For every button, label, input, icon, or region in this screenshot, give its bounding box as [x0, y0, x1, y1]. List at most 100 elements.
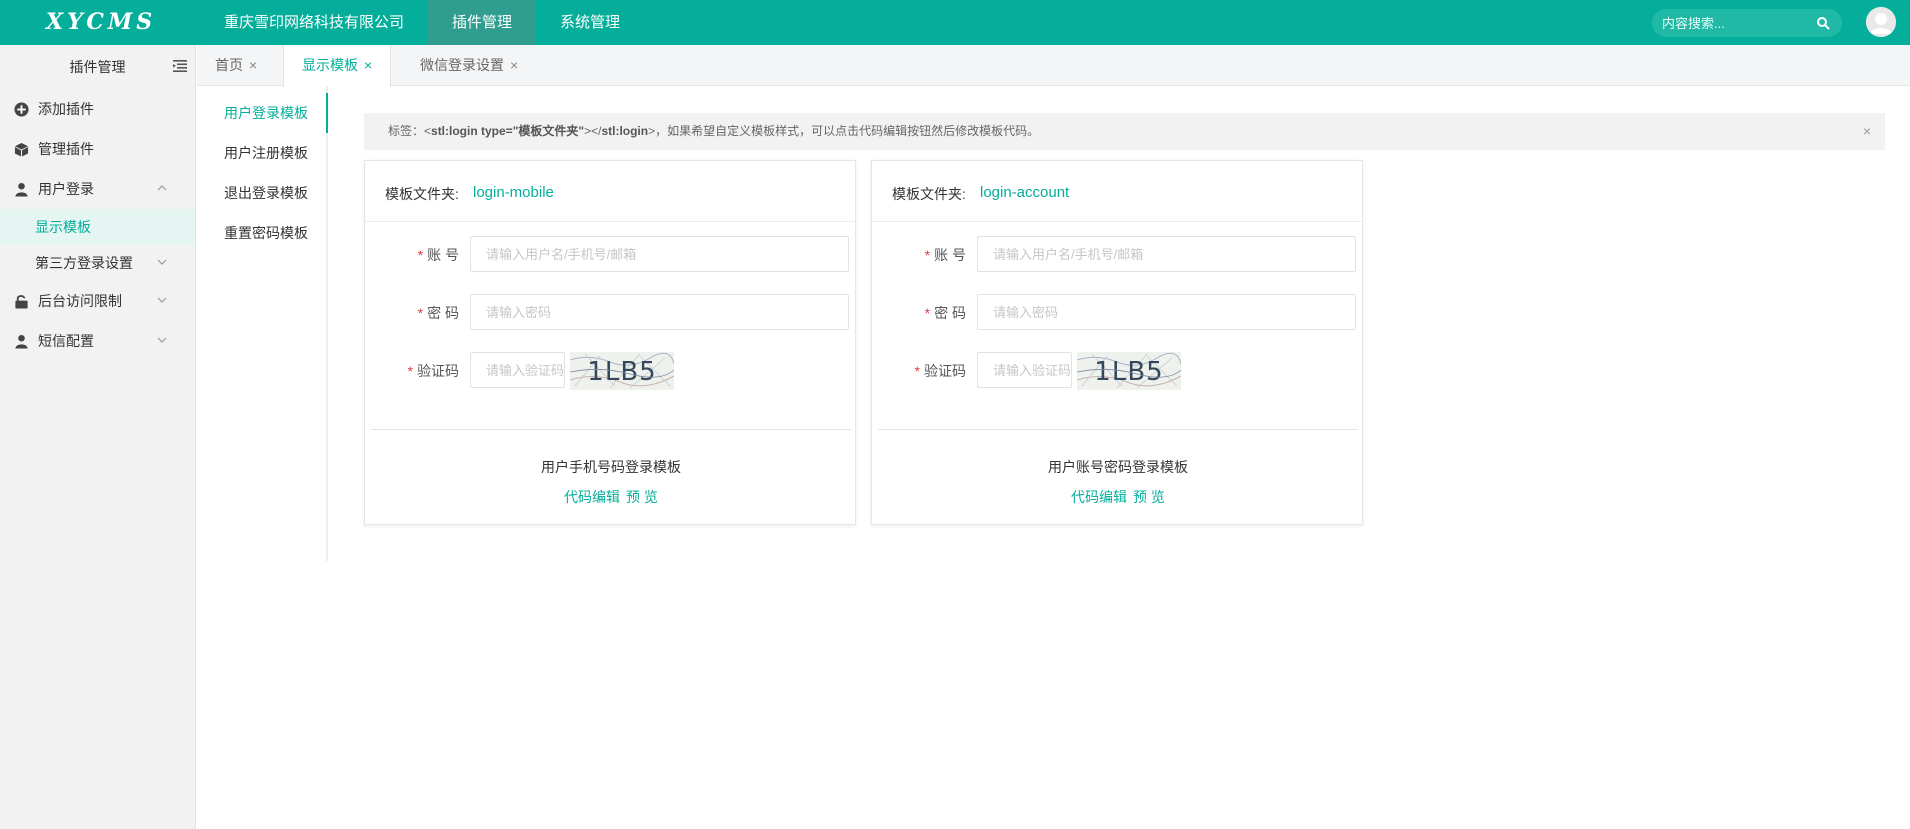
password-label-text: 密 码 [427, 305, 459, 321]
password-label-text: 密 码 [934, 305, 966, 321]
avatar[interactable] [1866, 7, 1896, 37]
sidebar-subitem-display-template[interactable]: 显示模板 [0, 209, 195, 245]
captcha-image[interactable]: 1LB5 [570, 352, 674, 390]
sidebar-item-backend-access[interactable]: 后台访问限制 [0, 281, 195, 321]
search-input[interactable] [1662, 9, 1812, 37]
account-row: * 账 号 [365, 236, 857, 272]
captcha-label: * 验证码 [915, 361, 966, 381]
account-label-text: 账 号 [934, 247, 966, 263]
chevron-up-icon [157, 185, 167, 191]
sidebar-item-add-plugin[interactable]: 添加插件 [0, 89, 195, 129]
alert-text-suffix: >，如果希望自定义模板样式，可以点击代码编辑按钮然后修改模板代码。 [648, 124, 1040, 138]
tab-home[interactable]: 首页 × [197, 45, 275, 86]
card-divider [371, 429, 851, 430]
tab-label: 首页 [215, 57, 243, 73]
captcha-image[interactable]: 1LB5 [1077, 352, 1181, 390]
tab-display-template[interactable]: 显示模板 × [283, 45, 392, 87]
sidebar-header: 插件管理 [0, 45, 195, 89]
password-input[interactable] [977, 294, 1356, 330]
captcha-row: *验证码 1LB5 [365, 352, 857, 390]
search-icon[interactable] [1816, 16, 1830, 30]
chevron-down-icon [157, 259, 167, 265]
search-box [1652, 9, 1842, 37]
sidebar-item-manage-plugins[interactable]: 管理插件 [0, 129, 195, 169]
sidebar-item-user-login[interactable]: 用户登录 [0, 169, 195, 209]
info-alert: 标签：<stl:login type="模板文件夹"></stl:login>，… [364, 113, 1885, 150]
card-header: 模板文件夹: login-mobile [365, 161, 855, 222]
alert-close-icon[interactable]: × [1863, 113, 1871, 150]
captcha-input[interactable] [977, 352, 1072, 388]
topnav-item-plugins[interactable]: 插件管理 [428, 0, 537, 45]
cube-icon [14, 142, 29, 157]
template-nav-reset-password[interactable]: 重置密码模板 [197, 213, 326, 253]
sidebar-subitem-label: 显示模板 [35, 219, 91, 235]
template-card-login-account: 模板文件夹: login-account *账 号 *密 码 *验证码 1LB5… [871, 160, 1363, 525]
tab-wechat-login-settings[interactable]: 微信登录设置 × [402, 45, 536, 86]
sidebar-item-label: 管理插件 [38, 141, 94, 157]
sidebar-subitem-third-party-login[interactable]: 第三方登录设置 [0, 245, 195, 281]
folder-label: 模板文件夹: [892, 186, 966, 202]
tab-label: 微信登录设置 [420, 57, 504, 73]
alert-text-prefix: 标签：< [388, 124, 432, 138]
close-icon[interactable]: × [510, 57, 518, 73]
sidebar-subitem-label: 第三方登录设置 [35, 255, 133, 271]
edit-code-link[interactable]: 代码编辑 [564, 489, 620, 505]
chevron-down-icon [157, 297, 167, 303]
card-actions: 代码编辑预 览 [365, 487, 857, 507]
template-nav-logout[interactable]: 退出登录模板 [197, 173, 326, 213]
template-card-login-mobile: 模板文件夹: login-mobile *账 号 *密 码 *验证码 1LB5 … [364, 160, 856, 525]
password-row: * 密 码 [872, 294, 1364, 330]
template-name: 用户手机号码登录模板 [541, 459, 681, 475]
close-icon[interactable]: × [249, 57, 257, 73]
sidebar-item-label: 添加插件 [38, 101, 94, 117]
sidebar-title: 插件管理 [69, 59, 126, 75]
unlock-icon [15, 295, 28, 309]
captcha-label: * 验证码 [408, 361, 459, 381]
preview-link[interactable]: 预 览 [626, 489, 658, 505]
user-avatar-icon [1866, 7, 1896, 37]
close-icon[interactable]: × [364, 57, 372, 73]
account-label: * 账 号 [418, 245, 459, 265]
user-icon [15, 334, 28, 349]
card-divider [878, 429, 1358, 430]
account-input[interactable] [470, 236, 849, 272]
captcha-input[interactable] [470, 352, 565, 388]
required-mark: * [924, 247, 931, 263]
required-mark: * [417, 247, 424, 263]
account-row: * 账 号 [872, 236, 1364, 272]
password-row: * 密 码 [365, 294, 857, 330]
required-mark: * [407, 363, 413, 379]
logo[interactable]: XYCMS [46, 8, 156, 36]
account-label: * 账 号 [925, 245, 966, 265]
sidebar-item-sms-config[interactable]: 短信配置 [0, 321, 195, 361]
sidebar-item-label: 后台访问限制 [38, 293, 122, 309]
topnav-item-company[interactable]: 重庆雪印网络科技有限公司 [200, 0, 428, 45]
account-label-text: 账 号 [427, 247, 459, 263]
chevron-down-icon [157, 337, 167, 343]
sidebar: 插件管理 添加插件 管理插件 用户登录 显示模板 第三方登录设置 后台访问限制 … [0, 45, 196, 829]
folder-label: 模板文件夹: [385, 186, 459, 202]
template-nav-register[interactable]: 用户注册模板 [197, 133, 326, 173]
required-mark: * [924, 305, 931, 321]
account-input[interactable] [977, 236, 1356, 272]
alert-text-middle: ></ [584, 124, 602, 138]
card-actions: 代码编辑预 览 [872, 487, 1364, 507]
tab-label: 显示模板 [302, 57, 358, 73]
tab-bar: 首页 × 显示模板 × 微信登录设置 × [197, 45, 1910, 87]
alert-tag-open: stl:login type="模板文件夹" [431, 124, 585, 138]
alert-tag-close: stl:login [601, 124, 649, 138]
user-icon [15, 182, 28, 197]
card-header: 模板文件夹: login-account [872, 161, 1362, 222]
password-input[interactable] [470, 294, 849, 330]
password-label: * 密 码 [418, 303, 459, 323]
sidebar-item-label: 用户登录 [38, 181, 94, 197]
top-bar: XYCMS 重庆雪印网络科技有限公司 插件管理 系统管理 [0, 0, 1910, 45]
preview-link[interactable]: 预 览 [1133, 489, 1165, 505]
folder-value: login-mobile [473, 184, 554, 201]
edit-code-link[interactable]: 代码编辑 [1071, 489, 1127, 505]
template-nav-login[interactable]: 用户登录模板 [197, 93, 328, 133]
menu-toggle-icon[interactable] [173, 60, 187, 72]
topnav-item-system[interactable]: 系统管理 [536, 0, 644, 45]
sidebar-item-label: 短信配置 [38, 333, 94, 349]
password-label: * 密 码 [925, 303, 966, 323]
